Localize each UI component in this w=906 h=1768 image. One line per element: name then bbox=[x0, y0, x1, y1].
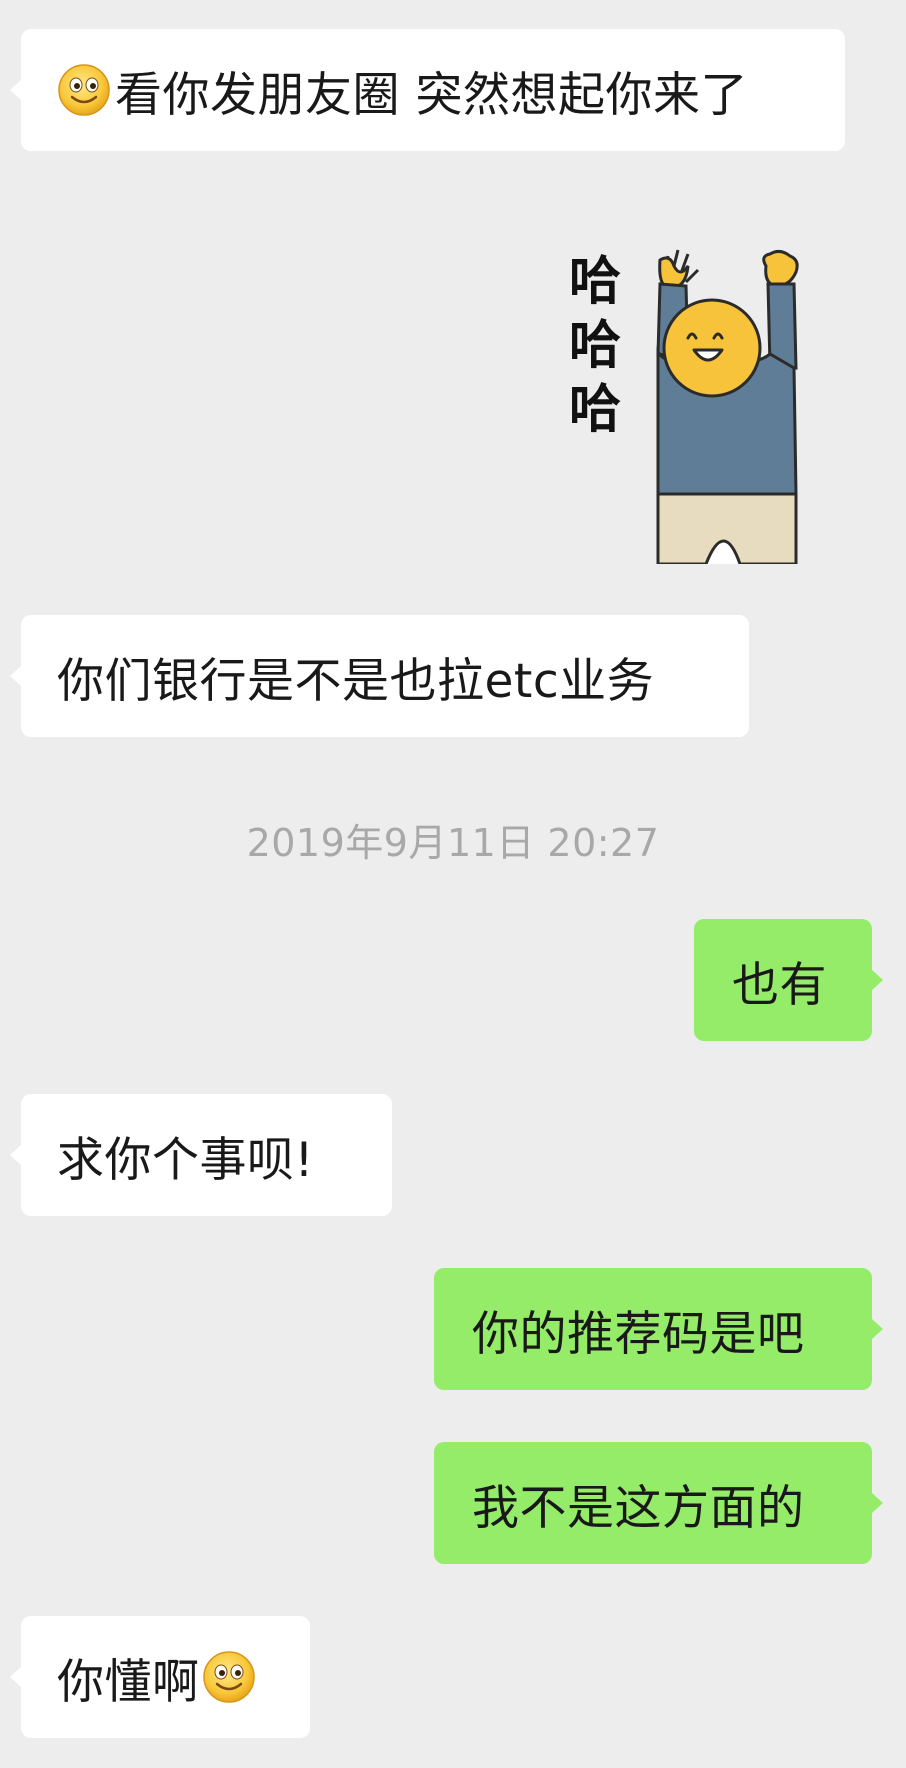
incoming-message-bubble[interactable]: 你懂啊 bbox=[10, 1616, 310, 1738]
chat-area: 看你发朋友圈 突然想起你来了 哈 哈 哈 你们银行是不是也拉etc业务 2019… bbox=[0, 0, 906, 1768]
outgoing-message-bubble[interactable]: 你的推荐码是吧 bbox=[434, 1268, 883, 1390]
message-text: 你们银行是不是也拉etc业务 bbox=[57, 653, 655, 709]
sticker-char: 哈 bbox=[568, 252, 621, 312]
message-text: 求你个事呗! bbox=[57, 1132, 314, 1188]
incoming-message-bubble[interactable]: 看你发朋友圈 突然想起你来了 bbox=[10, 29, 845, 151]
sticker-caption: 哈 哈 哈 bbox=[560, 250, 630, 442]
message-text: 看你发朋友圈 突然想起你来了 bbox=[115, 67, 748, 123]
message-text: 我不是这方面的 bbox=[472, 1480, 805, 1536]
message-timestamp: 2019年9月11日 20:27 bbox=[246, 821, 660, 865]
sticker-char: 哈 bbox=[568, 380, 621, 440]
outgoing-message-bubble[interactable]: 也有 bbox=[694, 919, 883, 1041]
outgoing-message-bubble[interactable]: 我不是这方面的 bbox=[434, 1442, 883, 1564]
incoming-message-bubble[interactable]: 求你个事呗! bbox=[10, 1094, 392, 1216]
message-text: 也有 bbox=[732, 957, 827, 1013]
message-text: 你懂啊 bbox=[57, 1654, 200, 1710]
sticker-char: 哈 bbox=[568, 316, 621, 376]
message-text: 你的推荐码是吧 bbox=[472, 1306, 805, 1362]
smile-emoji-icon bbox=[202, 1650, 256, 1704]
smile-emoji-icon bbox=[57, 63, 111, 117]
incoming-message-bubble[interactable]: 你们银行是不是也拉etc业务 bbox=[10, 615, 749, 737]
